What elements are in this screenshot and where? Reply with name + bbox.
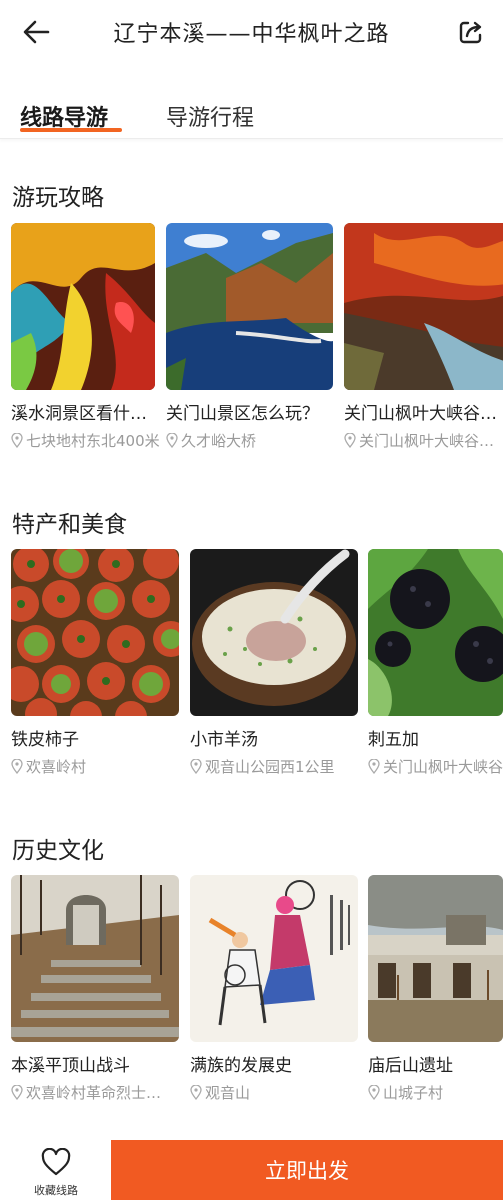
location-pin-icon bbox=[190, 1085, 202, 1100]
battle-site-photo bbox=[11, 875, 179, 1042]
location-pin-icon bbox=[368, 759, 380, 774]
section-title-culture: 历史文化 bbox=[12, 838, 104, 864]
food-cards-row[interactable]: 铁皮柿子 欢喜岭村 小市羊汤 观音山公园西1公里 刺五加 关门山枫叶大峡谷 bbox=[0, 549, 503, 789]
location-pin-icon bbox=[368, 1085, 380, 1100]
culture-location: 欢喜岭村革命烈士… bbox=[11, 1082, 179, 1103]
location-pin-icon bbox=[190, 759, 202, 774]
ruins-site-photo bbox=[368, 875, 503, 1042]
food-name: 刺五加 bbox=[368, 730, 419, 750]
bottom-action-bar: 收藏线路 立即出发 bbox=[0, 1140, 503, 1200]
header-bar: 辽宁本溪——中华枫叶之路 bbox=[0, 0, 503, 64]
culture-location: 观音山 bbox=[190, 1082, 358, 1103]
guide-name: 溪水洞景区看什… bbox=[11, 404, 147, 424]
location-pin-icon bbox=[344, 433, 356, 448]
guide-location: 久才峪大桥 bbox=[166, 430, 336, 451]
location-pin-icon bbox=[166, 433, 178, 448]
guide-name: 关门山枫叶大峡谷… bbox=[344, 404, 497, 424]
food-location: 关门山枫叶大峡谷 bbox=[368, 756, 503, 777]
heart-icon bbox=[41, 1148, 71, 1176]
culture-location: 山城子村 bbox=[368, 1082, 503, 1103]
back-arrow-icon[interactable] bbox=[20, 16, 52, 48]
section-title-food: 特产和美食 bbox=[12, 512, 127, 538]
culture-cards-row[interactable]: 本溪平顶山战斗 欢喜岭村革命烈士… 满族的发展史 观音山 庙后山遗址 山城子村 bbox=[0, 875, 503, 1115]
guide-name: 关门山景区怎么玩？ bbox=[166, 404, 319, 424]
tomato-photo bbox=[11, 549, 179, 716]
tab-guide-itinerary[interactable]: 导游行程 bbox=[166, 100, 254, 132]
page-title: 辽宁本溪——中华枫叶之路 bbox=[113, 22, 390, 47]
guide-cards-row[interactable]: 溪水洞景区看什… 七块地村东北400米 关门山景区怎么玩？ 久才峪大桥 关门山枫… bbox=[0, 223, 503, 463]
start-now-button[interactable]: 立即出发 bbox=[111, 1140, 503, 1200]
food-name: 铁皮柿子 bbox=[11, 730, 79, 750]
culture-name: 满族的发展史 bbox=[190, 1056, 292, 1076]
mutton-soup-photo bbox=[190, 549, 358, 716]
guide-location: 关门山枫叶大峡谷… bbox=[344, 430, 503, 451]
food-location: 观音山公园西1公里 bbox=[190, 756, 358, 777]
section-title-guide: 游玩攻略 bbox=[12, 185, 104, 211]
guide-location-text: 关门山枫叶大峡谷… bbox=[359, 432, 495, 450]
tab-bar: 线路导游 导游行程 bbox=[0, 88, 503, 139]
favorite-route-button[interactable]: 收藏线路 bbox=[18, 1148, 94, 1200]
lake-mountain-photo bbox=[166, 223, 333, 390]
location-pin-icon bbox=[11, 759, 23, 774]
autumn-valley-photo bbox=[344, 223, 503, 390]
guide-location-text: 久才峪大桥 bbox=[181, 432, 257, 450]
food-location-text: 关门山枫叶大峡谷 bbox=[383, 758, 503, 776]
culture-location-text: 山城子村 bbox=[383, 1084, 444, 1102]
acanthopanax-berry-photo bbox=[368, 549, 503, 716]
tab-active-underline bbox=[20, 128, 122, 132]
culture-location-text: 观音山 bbox=[205, 1084, 251, 1102]
culture-name: 本溪平顶山战斗 bbox=[11, 1056, 130, 1076]
food-name: 小市羊汤 bbox=[190, 730, 258, 750]
location-pin-icon bbox=[11, 1085, 23, 1100]
culture-location-text: 欢喜岭村革命烈士… bbox=[26, 1084, 162, 1102]
food-location-text: 观音山公园西1公里 bbox=[205, 758, 335, 776]
food-location: 欢喜岭村 bbox=[11, 756, 179, 777]
guide-location: 七块地村东北400米 bbox=[11, 430, 161, 451]
favorite-route-label: 收藏线路 bbox=[34, 1184, 78, 1197]
manchu-painting-photo bbox=[190, 875, 358, 1042]
cave-photo bbox=[11, 223, 155, 390]
food-location-text: 欢喜岭村 bbox=[26, 758, 87, 776]
location-pin-icon bbox=[11, 433, 23, 448]
guide-location-text: 七块地村东北400米 bbox=[26, 432, 160, 450]
share-icon[interactable] bbox=[457, 18, 485, 46]
culture-name: 庙后山遗址 bbox=[368, 1056, 453, 1076]
